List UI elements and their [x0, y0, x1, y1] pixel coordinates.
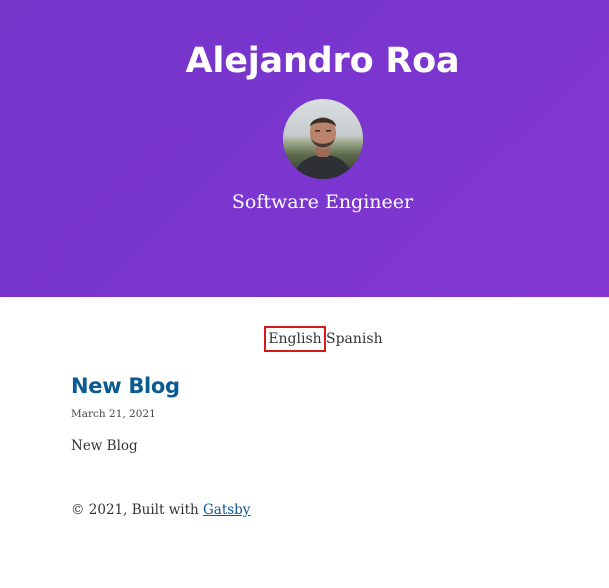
hero-header: Alejandro Roa Software Engineer	[0, 0, 609, 297]
post-excerpt: New Blog	[71, 438, 138, 454]
footer-text: © 2021, Built with	[71, 502, 203, 518]
language-spanish-link[interactable]: Spanish	[326, 328, 383, 350]
post-title-link[interactable]: New Blog	[71, 372, 180, 400]
language-english-link[interactable]: English	[264, 326, 326, 352]
profile-photo-icon	[283, 99, 363, 179]
site-title: Alejandro Roa	[185, 41, 460, 81]
site-subtitle: Software Engineer	[231, 191, 414, 213]
page-footer: © 2021, Built with Gatsby	[71, 500, 250, 520]
language-switcher: English Spanish	[0, 326, 609, 352]
post-date: March 21, 2021	[71, 408, 156, 420]
avatar	[283, 99, 363, 179]
gatsby-link[interactable]: Gatsby	[203, 502, 250, 518]
